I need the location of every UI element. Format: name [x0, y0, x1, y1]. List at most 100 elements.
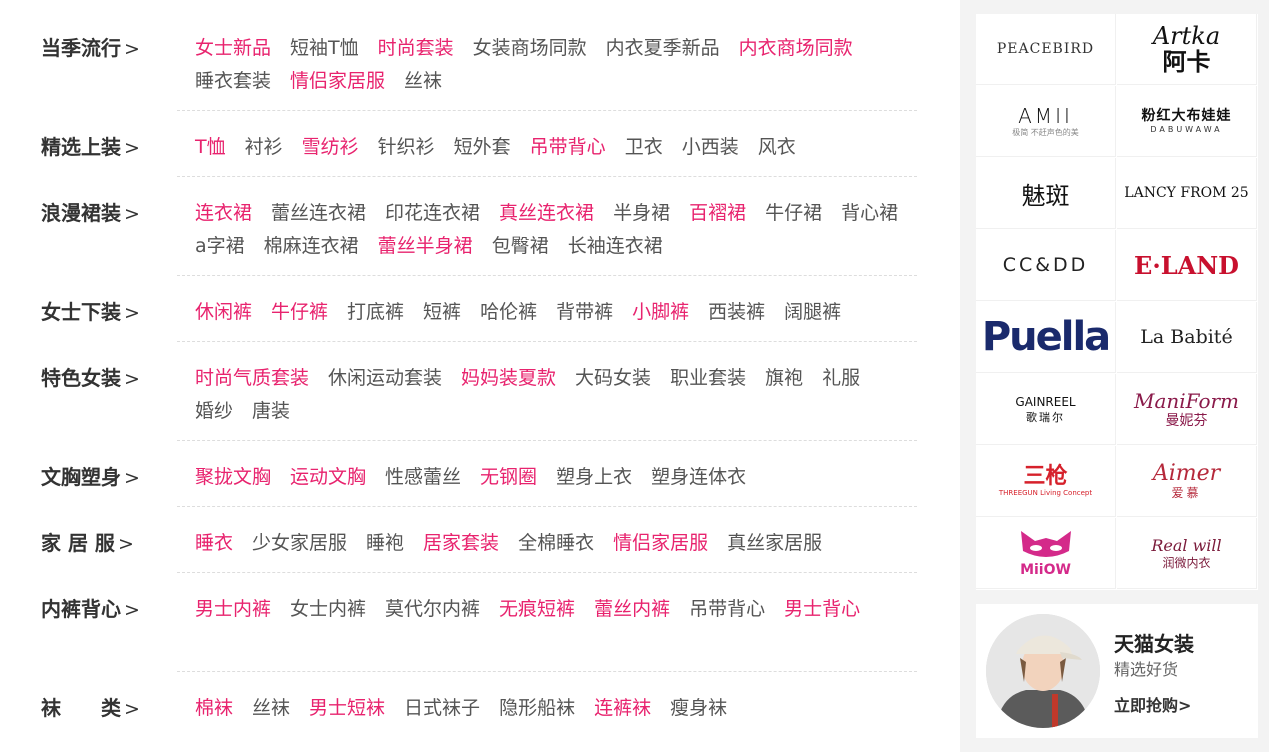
category-link[interactable]: 背心裙	[841, 197, 898, 230]
category-link[interactable]: 丝袜	[252, 692, 290, 725]
category-link[interactable]: 情侣家居服	[290, 65, 385, 98]
category-link[interactable]: 少女家居服	[252, 527, 347, 560]
category-link[interactable]: 无痕短裤	[499, 593, 575, 626]
category-link[interactable]: 男士背心	[784, 593, 860, 626]
category-link[interactable]: 小西装	[682, 131, 739, 164]
brand-artka[interactable]: Artka 阿卡	[1117, 14, 1257, 85]
category-title[interactable]: 精选上装 >	[41, 131, 140, 160]
brand-realwill[interactable]: Real will 润微内衣	[1117, 518, 1257, 589]
category-title[interactable]: 特色女装 >	[41, 362, 140, 391]
category-link[interactable]: 阔腿裤	[784, 296, 841, 329]
brand-ccdd[interactable]: CC&DD	[976, 230, 1116, 301]
category-link[interactable]: 休闲裤	[195, 296, 252, 329]
category-link[interactable]: 情侣家居服	[613, 527, 708, 560]
category-link[interactable]: 包臀裙	[492, 230, 549, 263]
category-title[interactable]: 袜 类 >	[41, 692, 140, 721]
promo-buy-now-link[interactable]: 立即抢购>	[1114, 692, 1191, 716]
category-link[interactable]: 旗袍	[765, 362, 803, 395]
category-link[interactable]: 真丝连衣裙	[499, 197, 594, 230]
brand-peacebird[interactable]: PEACEBIRD	[976, 14, 1116, 85]
category-link[interactable]: 无钢圈	[480, 461, 537, 494]
category-link[interactable]: 女装商场同款	[473, 32, 587, 65]
category-link[interactable]: 职业套装	[670, 362, 746, 395]
category-link[interactable]: 女士新品	[195, 32, 271, 65]
category-title[interactable]: 家 居 服 >	[41, 527, 134, 556]
category-link[interactable]: 大码女装	[575, 362, 651, 395]
category-link[interactable]: 连裤袜	[594, 692, 651, 725]
category-title[interactable]: 浪漫裙装 >	[41, 197, 140, 226]
brand-eland[interactable]: E·LAND	[1117, 230, 1257, 301]
category-link[interactable]: 睡衣套装	[195, 65, 271, 98]
category-title[interactable]: 内裤背心 >	[41, 593, 140, 622]
category-link[interactable]: a字裙	[195, 230, 245, 263]
category-link[interactable]: 唐装	[252, 395, 290, 428]
category-link[interactable]: 睡袍	[366, 527, 404, 560]
category-link[interactable]: 印花连衣裙	[385, 197, 480, 230]
category-link[interactable]: 塑身连体衣	[651, 461, 746, 494]
category-link[interactable]: 蕾丝内裤	[594, 593, 670, 626]
brand-meiban[interactable]: 魅斑	[976, 158, 1116, 229]
category-link[interactable]: 男士内裤	[195, 593, 271, 626]
category-link[interactable]: 雪纺衫	[302, 131, 359, 164]
category-title[interactable]: 当季流行 >	[41, 32, 140, 61]
category-link[interactable]: T恤	[195, 131, 226, 164]
category-link[interactable]: 男士短袜	[309, 692, 385, 725]
category-link[interactable]: 哈伦裤	[480, 296, 537, 329]
brand-threegun[interactable]: 三枪 THREEGUN Living Concept	[976, 446, 1116, 517]
brand-miiow[interactable]: MiiOW	[976, 518, 1116, 589]
brand-amii[interactable]: AMII 极简 不赶声色的美	[976, 86, 1116, 157]
category-link[interactable]: 瘦身袜	[670, 692, 727, 725]
category-link[interactable]: 睡衣	[195, 527, 233, 560]
category-link[interactable]: 衬衫	[245, 131, 283, 164]
category-link[interactable]: 日式袜子	[404, 692, 480, 725]
category-link[interactable]: 女士内裤	[290, 593, 366, 626]
category-link[interactable]: 妈妈装夏款	[461, 362, 556, 395]
category-link[interactable]: 蕾丝连衣裙	[271, 197, 366, 230]
category-link[interactable]: 连衣裙	[195, 197, 252, 230]
brand-dabuwawa[interactable]: 粉红大布娃娃 DABUWAWA	[1117, 86, 1257, 157]
brand-la-babite[interactable]: La Babité	[1117, 302, 1257, 373]
category-link[interactable]: 婚纱	[195, 395, 233, 428]
category-link[interactable]: 长袖连衣裙	[568, 230, 663, 263]
category-link[interactable]: 半身裙	[613, 197, 670, 230]
category-link[interactable]: 内衣夏季新品	[606, 32, 720, 65]
category-link[interactable]: 礼服	[822, 362, 860, 395]
category-link[interactable]: 丝袜	[404, 65, 442, 98]
category-link[interactable]: 休闲运动套装	[328, 362, 442, 395]
tmall-women-promo[interactable]: 天猫女装 精选好货 立即抢购>	[976, 604, 1258, 738]
category-link[interactable]: 牛仔裙	[765, 197, 822, 230]
category-link[interactable]: 蕾丝半身裙	[378, 230, 473, 263]
brand-maniform[interactable]: ManiForm 曼妮芬	[1117, 374, 1257, 445]
brand-gainreel[interactable]: GAINREEL 歌瑞尔	[976, 374, 1116, 445]
category-link[interactable]: 棉袜	[195, 692, 233, 725]
category-link[interactable]: 卫衣	[625, 131, 663, 164]
category-link[interactable]: 吊带背心	[530, 131, 606, 164]
category-link[interactable]: 时尚气质套装	[195, 362, 309, 395]
brand-lancy[interactable]: LANCY FROM 25	[1117, 158, 1257, 229]
category-link[interactable]: 聚拢文胸	[195, 461, 271, 494]
category-link[interactable]: 时尚套装	[378, 32, 454, 65]
brand-aimer[interactable]: Aimer 爱慕	[1117, 446, 1257, 517]
category-link[interactable]: 居家套装	[423, 527, 499, 560]
category-link[interactable]: 打底裤	[347, 296, 404, 329]
category-link[interactable]: 西装裤	[708, 296, 765, 329]
category-link[interactable]: 短裤	[423, 296, 461, 329]
category-link[interactable]: 棉麻连衣裙	[264, 230, 359, 263]
category-link[interactable]: 短袖T恤	[290, 32, 359, 65]
category-link[interactable]: 性感蕾丝	[385, 461, 461, 494]
category-link[interactable]: 运动文胸	[290, 461, 366, 494]
category-link[interactable]: 莫代尔内裤	[385, 593, 480, 626]
category-link[interactable]: 百褶裙	[689, 197, 746, 230]
category-title[interactable]: 文胸塑身 >	[41, 461, 140, 490]
category-link[interactable]: 短外套	[454, 131, 511, 164]
category-link[interactable]: 塑身上衣	[556, 461, 632, 494]
category-link[interactable]: 针织衫	[378, 131, 435, 164]
category-link[interactable]: 牛仔裤	[271, 296, 328, 329]
category-title[interactable]: 女士下装 >	[41, 296, 140, 325]
category-link[interactable]: 背带裤	[556, 296, 613, 329]
category-link[interactable]: 内衣商场同款	[739, 32, 853, 65]
category-link[interactable]: 风衣	[758, 131, 796, 164]
category-link[interactable]: 吊带背心	[689, 593, 765, 626]
category-link[interactable]: 隐形船袜	[499, 692, 575, 725]
brand-puella[interactable]: Puella	[976, 302, 1116, 373]
